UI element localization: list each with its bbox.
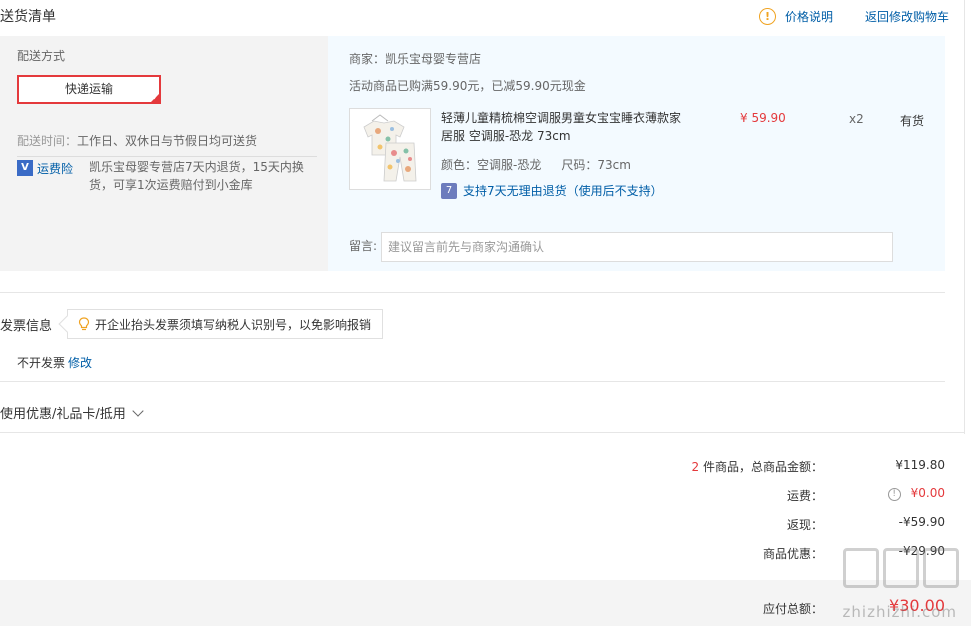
product-size: 尺码：73cm [561,158,631,172]
coupon-toggle[interactable]: 使用优惠/礼品卡/抵用 [0,403,144,422]
freight-info-icon[interactable]: ! [887,488,901,501]
product-quantity: x2 [849,112,864,126]
delivery-time-label: 配送时间： [17,134,78,148]
freight-insurance-desc: 凯乐宝母婴专营店7天内退货，15天内换货，可享1次运费赔付到小金库 [89,160,304,192]
invoice-tip: 开企业抬头发票须填写纳税人识别号，以免影响报销 [67,309,383,339]
watermark-text: zhizhizhi.com [842,603,957,621]
coupon-title: 使用优惠/礼品卡/抵用 [0,407,126,422]
rebate-label: 返现： [786,518,823,532]
invoice-tip-text: 开企业抬头发票须填写纳税人识别号，以免影响报销 [95,317,372,332]
divider [0,292,945,293]
goods-total-label: 件商品，总商品金额： [702,460,823,474]
freight-insurance-icon: V [17,160,33,176]
freight-value: ¥0.00 [910,486,945,500]
delivery-time: 配送时间：工作日、双休日与节假日均可送货 [17,132,257,149]
chevron-down-icon [132,405,144,417]
lightbulb-icon [78,317,90,331]
watermark-logo [843,548,959,588]
goods-count: 2 [691,460,700,474]
note-label: 留言: [349,239,378,253]
pajama-image-icon [363,114,417,182]
invoice-status: 不开发票 修改 [17,354,92,371]
rebate-value: -¥59.90 [898,515,945,529]
shipping-panel [0,36,328,271]
express-shipping-label: 快递运输 [64,82,113,96]
invoice-status-text: 不开发票 [17,356,66,370]
invoice-title: 发票信息 [0,319,53,334]
stock-status: 有货 [900,114,925,128]
shipping-method-label: 配送方式 [17,49,66,63]
back-to-cart-link[interactable]: 返回修改购物车 [865,8,949,25]
product-price: ¥ 59.90 [740,111,786,125]
seven-day-return-icon: 7 [441,183,457,199]
header-actions: ! 价格说明 返回修改购物车 [758,8,949,25]
invoice-modify-link[interactable]: 修改 [68,356,92,370]
express-shipping-option[interactable]: 快递运输 ✓ [17,75,161,104]
check-icon: ✓ [152,93,159,102]
goods-count-label: 2 件商品，总商品金额： [623,458,823,475]
info-icon: ! [758,8,776,25]
product-thumbnail[interactable] [349,108,431,190]
divider [17,156,317,157]
total-label: 应付总额： [762,602,823,616]
freight-label: 运费： [786,489,823,503]
freight-value-row: ! ¥0.00 [825,486,945,501]
product-title-link[interactable]: 轻薄儿童精梳棉空调服男童女宝宝睡衣薄款家居服 空调服-恐龙 73cm [441,109,691,145]
section-title-delivery-list: 送货清单 [0,9,56,25]
price-explain-link[interactable]: 价格说明 [785,8,833,25]
divider [0,432,964,433]
goods-total-value: ¥119.80 [895,458,945,472]
return-policy-text: 支持7天无理由退货（使用后不支持） [463,184,663,198]
product-attributes: 颜色：空调服-恐龙 尺码：73cm [441,156,631,173]
freight-insurance-link[interactable]: 运费险 [37,160,73,177]
delivery-time-value: 工作日、双休日与节假日均可送货 [77,134,258,148]
seller-note-input[interactable] [381,232,893,262]
product-color: 颜色：空调服-恐龙 [441,158,542,172]
merchant-name: 商家：凯乐宝母婴专营店 [349,52,482,66]
divider [964,0,965,434]
promo-text: 活动商品已购满59.90元，已减59.90元现金 [349,79,586,93]
discount-label: 商品优惠： [762,547,823,561]
divider [0,381,945,382]
